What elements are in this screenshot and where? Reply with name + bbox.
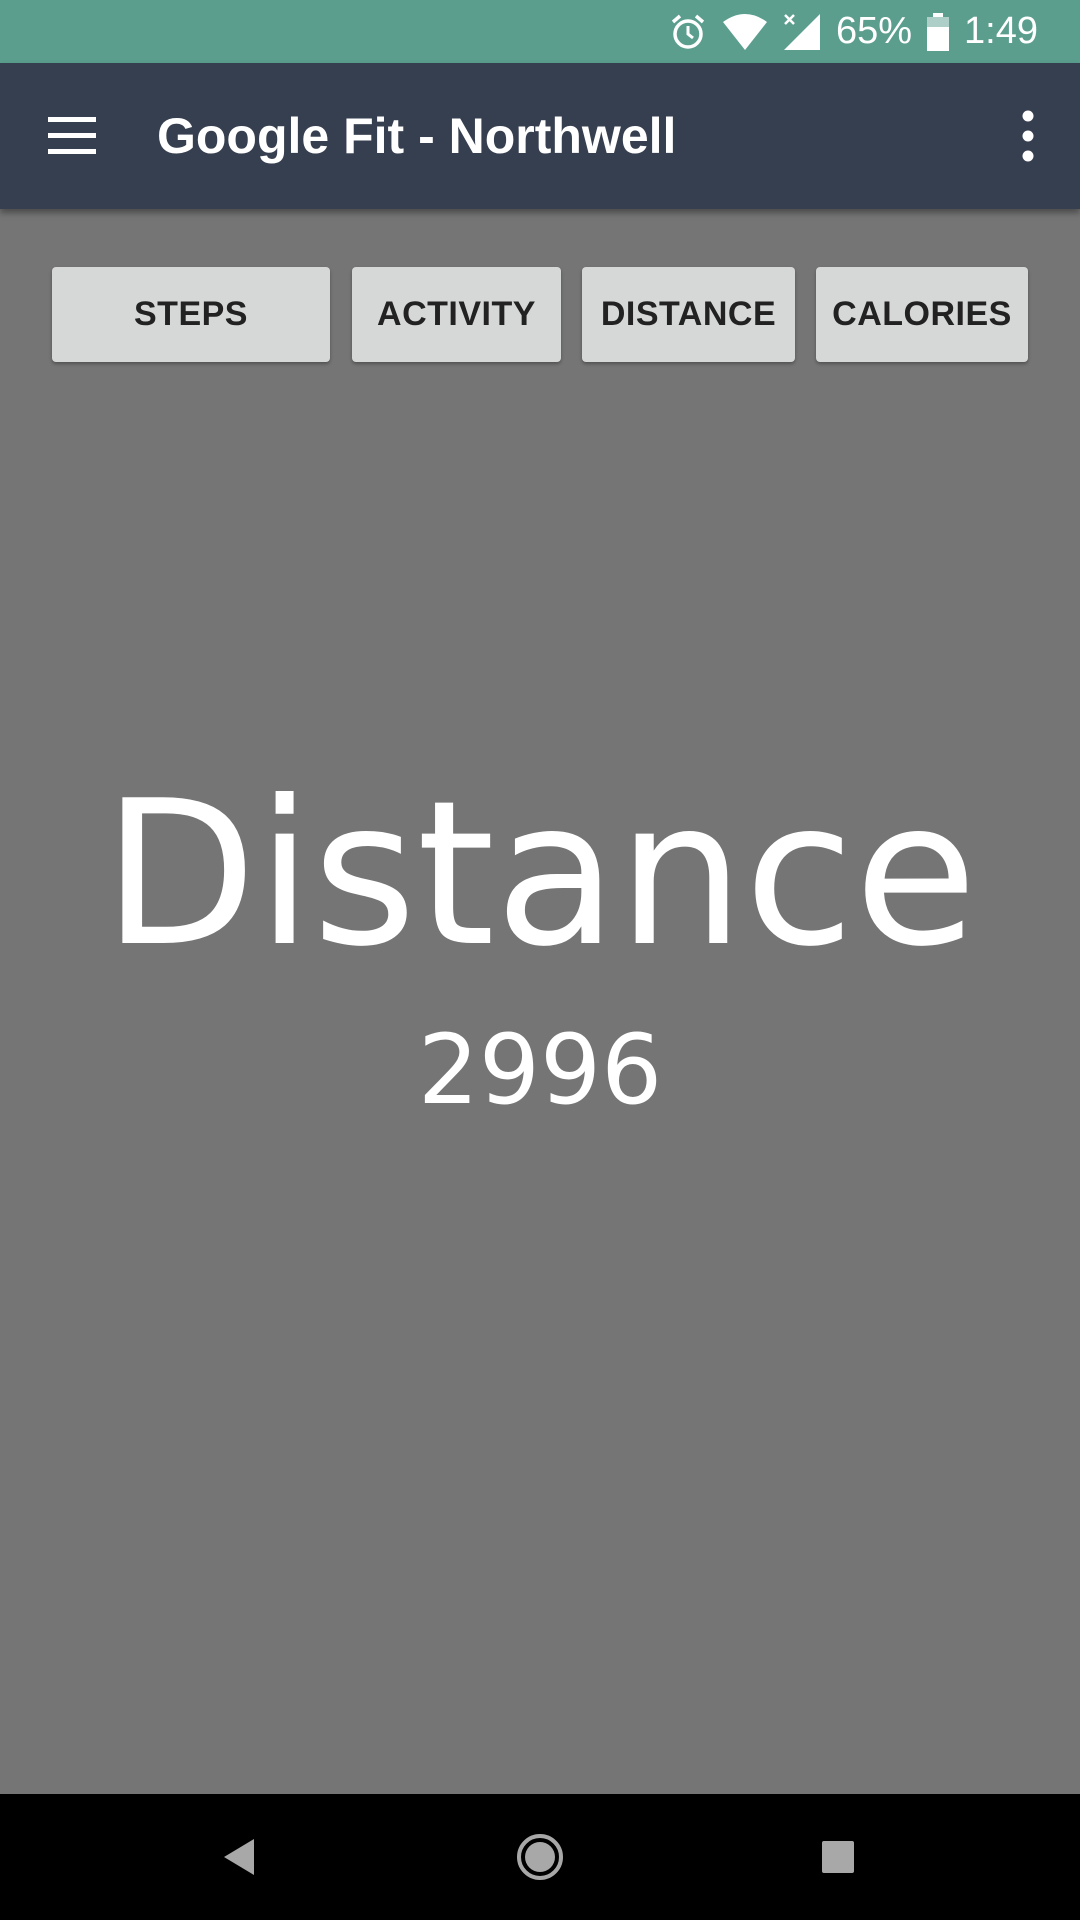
signal-icon: [782, 12, 822, 52]
app-bar: Google Fit - Northwell: [0, 63, 1080, 209]
alarm-icon: [668, 12, 708, 52]
hamburger-menu-icon[interactable]: [44, 111, 100, 161]
home-icon[interactable]: [505, 1822, 575, 1892]
activity-button[interactable]: ACTIVITY: [352, 267, 561, 362]
more-vert-icon[interactable]: [1016, 106, 1040, 166]
status-icons: 65% 1:49: [668, 0, 1038, 63]
screen: 65% 1:49 Google Fit - Northwell STEPS AC…: [0, 0, 1080, 1920]
steps-button[interactable]: STEPS: [52, 267, 330, 362]
back-icon[interactable]: [206, 1822, 276, 1892]
calories-button[interactable]: CALORIES: [816, 267, 1028, 362]
metric-value: 2996: [417, 1014, 663, 1126]
status-time: 1:49: [964, 10, 1038, 52]
recents-icon[interactable]: [803, 1822, 873, 1892]
distance-button[interactable]: DISTANCE: [582, 267, 795, 362]
battery-icon: [926, 12, 950, 52]
status-bar: 65% 1:49: [0, 0, 1080, 63]
app-title: Google Fit - Northwell: [157, 108, 677, 164]
battery-percent: 65%: [835, 10, 913, 52]
navigation-bar: [0, 1794, 1080, 1920]
wifi-icon: [722, 12, 768, 52]
metric-label: Distance: [102, 758, 978, 991]
